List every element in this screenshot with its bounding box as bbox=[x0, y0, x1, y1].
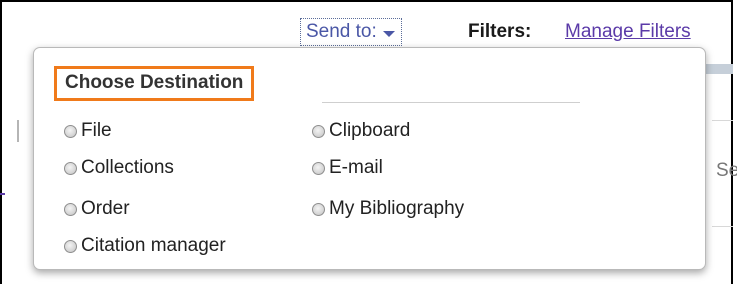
option-label: Collections bbox=[81, 157, 174, 178]
background-rule bbox=[712, 226, 733, 227]
option-label: Clipboard bbox=[329, 120, 411, 141]
background-peek-text: Se bbox=[716, 160, 737, 181]
send-to-dropdown[interactable]: Send to: bbox=[300, 18, 402, 46]
chevron-down-icon bbox=[382, 31, 395, 37]
manage-filters-link[interactable]: Manage Filters bbox=[565, 19, 691, 45]
radio-button[interactable] bbox=[64, 239, 77, 253]
option-citation-manager[interactable]: Citation manager bbox=[64, 234, 226, 258]
radio-button[interactable] bbox=[312, 124, 325, 138]
background-divider bbox=[17, 120, 19, 142]
option-order[interactable]: Order bbox=[64, 197, 130, 221]
filters-label: Filters: bbox=[468, 21, 532, 42]
option-label: Order bbox=[81, 198, 130, 219]
option-my-bibliography[interactable]: My Bibliography bbox=[312, 197, 464, 221]
radio-button[interactable] bbox=[312, 202, 325, 216]
popup-title: Choose Destination bbox=[54, 66, 255, 101]
option-email[interactable]: E-mail bbox=[312, 156, 383, 180]
option-label: My Bibliography bbox=[329, 198, 465, 219]
option-label: File bbox=[81, 120, 112, 141]
option-label: Citation manager bbox=[81, 235, 226, 256]
background-link-fragment bbox=[0, 173, 5, 195]
option-clipboard[interactable]: Clipboard bbox=[312, 119, 410, 143]
radio-button[interactable] bbox=[64, 124, 77, 138]
title-divider bbox=[322, 102, 580, 103]
option-collections[interactable]: Collections bbox=[64, 156, 174, 180]
option-file[interactable]: File bbox=[64, 119, 112, 143]
radio-button[interactable] bbox=[64, 161, 77, 175]
choose-destination-popup: Choose Destination File Collections Orde… bbox=[33, 47, 706, 270]
radio-button[interactable] bbox=[312, 161, 325, 175]
option-label: E-mail bbox=[329, 157, 383, 178]
send-to-label: Send to: bbox=[306, 21, 377, 42]
background-rule bbox=[712, 120, 733, 121]
radio-button[interactable] bbox=[64, 202, 77, 216]
